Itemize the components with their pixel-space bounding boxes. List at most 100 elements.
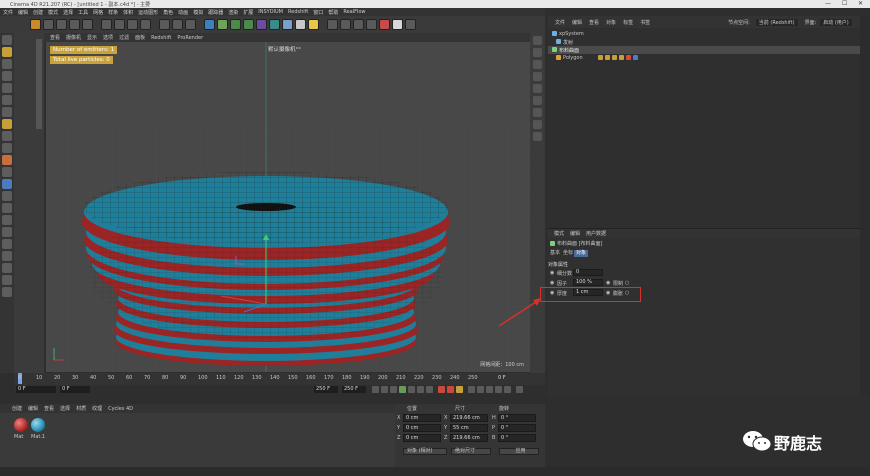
- menu-insydium[interactable]: INSYDIUM: [258, 9, 283, 15]
- camera-icon[interactable]: [295, 19, 306, 30]
- x-axis-icon[interactable]: [101, 19, 112, 30]
- menu-character[interactable]: 角色: [163, 9, 173, 16]
- factor-field[interactable]: 100 %: [573, 279, 603, 286]
- vp-menu-panel[interactable]: 面板: [135, 34, 145, 41]
- mat-menu-material[interactable]: 材质: [76, 405, 86, 412]
- object-row-polygon[interactable]: Polygon: [548, 54, 860, 62]
- max-frame-field[interactable]: 250 F: [314, 386, 338, 393]
- rot-h-field[interactable]: 0 °: [498, 414, 536, 422]
- xp-modifier-icon[interactable]: [366, 19, 377, 30]
- radio-icon[interactable]: ◉: [550, 270, 554, 276]
- goto-start-icon[interactable]: [372, 386, 379, 393]
- goto-end-icon[interactable]: [426, 386, 433, 393]
- tag-icon[interactable]: [612, 55, 617, 60]
- redshift-icon[interactable]: [379, 19, 390, 30]
- end-frame-field[interactable]: 250 F: [342, 386, 366, 393]
- 3d-viewport[interactable]: Number of emitters: 1 Total live particl…: [46, 42, 530, 372]
- maximize-button[interactable]: ☐: [842, 0, 847, 7]
- menu-edit[interactable]: 编辑: [18, 9, 28, 16]
- tag-icon[interactable]: [605, 55, 610, 60]
- vp-nav-rotate-icon[interactable]: [533, 60, 542, 69]
- size-z-field[interactable]: 219.66 cm: [450, 434, 488, 442]
- extra-tool-7-icon[interactable]: [2, 287, 12, 297]
- vp-menu-camera[interactable]: 摄像机: [66, 34, 81, 41]
- pos-y-field[interactable]: 0 cm: [403, 424, 441, 432]
- menu-animate[interactable]: 动画: [178, 9, 188, 16]
- limit-checkbox[interactable]: ○: [625, 280, 629, 286]
- obj-menu-object[interactable]: 对象: [606, 19, 616, 26]
- polygon-mode-icon[interactable]: [2, 95, 12, 105]
- coord-mode-dropdown[interactable]: 对象 (相对): [403, 448, 447, 455]
- node-space-dropdown[interactable]: 当前 (Redshift): [755, 18, 798, 26]
- rotate-icon[interactable]: [69, 19, 80, 30]
- menu-tools[interactable]: 工具: [78, 9, 88, 16]
- model-mode-icon[interactable]: [2, 47, 12, 57]
- render-view-icon[interactable]: [159, 19, 170, 30]
- menu-window[interactable]: 窗口: [313, 9, 323, 16]
- mat-menu-texture[interactable]: 纹理: [92, 405, 102, 412]
- pos-key-icon[interactable]: [468, 386, 475, 393]
- edge-mode-icon[interactable]: [2, 83, 12, 93]
- vp-menu-filter[interactable]: 过滤: [119, 34, 129, 41]
- pos-x-field[interactable]: 0 cm: [403, 414, 441, 422]
- layout-dropdown[interactable]: 启动 (用户): [820, 18, 852, 26]
- vp-menu-display[interactable]: 显示: [87, 34, 97, 41]
- next-frame-icon[interactable]: [408, 386, 415, 393]
- mat-menu-view[interactable]: 查看: [44, 405, 54, 412]
- axis-mode-icon[interactable]: [2, 107, 12, 117]
- vp-tool-8-icon[interactable]: [533, 120, 542, 129]
- radio-icon[interactable]: ◉: [550, 280, 554, 286]
- mat-menu-select[interactable]: 选择: [60, 405, 70, 412]
- obj-menu-edit[interactable]: 编辑: [572, 19, 582, 26]
- record-icon[interactable]: [438, 386, 445, 393]
- autokey-icon[interactable]: [447, 386, 454, 393]
- material-tag-icon[interactable]: [626, 55, 631, 60]
- workplane-icon[interactable]: [2, 143, 12, 153]
- material-swatch-mat1[interactable]: [31, 418, 45, 432]
- render-icon[interactable]: [172, 19, 183, 30]
- scale-key-icon[interactable]: [477, 386, 484, 393]
- menu-spline[interactable]: 样条: [108, 9, 118, 16]
- material-swatch-mat[interactable]: [14, 418, 28, 432]
- menu-volume[interactable]: 体积: [123, 9, 133, 16]
- mat-menu-edit[interactable]: 编辑: [28, 405, 38, 412]
- scale-icon[interactable]: [56, 19, 67, 30]
- attr-menu-userdata[interactable]: 用户数据: [586, 230, 606, 237]
- obj-menu-tags[interactable]: 标签: [623, 19, 633, 26]
- rot-key-icon[interactable]: [486, 386, 493, 393]
- current-frame-field[interactable]: 0 F: [16, 386, 56, 393]
- obj-menu-bookmarks[interactable]: 书签: [640, 19, 650, 26]
- next-key-icon[interactable]: [417, 386, 424, 393]
- material-tag-icon[interactable]: [633, 55, 638, 60]
- xp-cache-icon[interactable]: [353, 19, 364, 30]
- vp-tool-6-icon[interactable]: [533, 96, 542, 105]
- menu-help[interactable]: 帮助: [328, 9, 338, 16]
- extra-tool-4-icon[interactable]: [2, 251, 12, 261]
- attr-menu-edit[interactable]: 编辑: [570, 230, 580, 237]
- extra-tool-icon[interactable]: [2, 215, 12, 225]
- vp-tool-5-icon[interactable]: [533, 84, 542, 93]
- camera-label[interactable]: 默认摄像机°°: [268, 45, 301, 53]
- extra-tool-2-icon[interactable]: [2, 227, 12, 237]
- vp-nav-move-icon[interactable]: [533, 36, 542, 45]
- tweak-icon[interactable]: [2, 167, 12, 177]
- play-icon[interactable]: [399, 386, 406, 393]
- menu-mesh[interactable]: 网格: [93, 9, 103, 16]
- spline-pen-icon[interactable]: [217, 19, 228, 30]
- menu-redshift[interactable]: Redshift: [288, 9, 308, 15]
- texture-mode-icon[interactable]: [2, 59, 12, 69]
- floor-icon[interactable]: [282, 19, 293, 30]
- timeline-ruler[interactable]: 0 10 20 30 40 50 60 70 80 90 100 110 120…: [14, 373, 545, 384]
- select-icon[interactable]: [82, 19, 93, 30]
- mat-menu-cycles[interactable]: Cycles 4D: [108, 406, 133, 412]
- move-icon[interactable]: [43, 19, 54, 30]
- scrollbar-thumb[interactable]: [36, 39, 42, 129]
- extra-tool-6-icon[interactable]: [2, 275, 12, 285]
- subdivision-icon[interactable]: [230, 19, 241, 30]
- vp-layout-icon[interactable]: [533, 72, 542, 81]
- realflow-icon[interactable]: [392, 19, 403, 30]
- size-mode-dropdown[interactable]: 绝对尺寸: [451, 448, 491, 455]
- key-selection-icon[interactable]: [456, 386, 463, 393]
- cube-icon[interactable]: [204, 19, 215, 30]
- menu-tracker[interactable]: 跟踪器: [208, 9, 223, 16]
